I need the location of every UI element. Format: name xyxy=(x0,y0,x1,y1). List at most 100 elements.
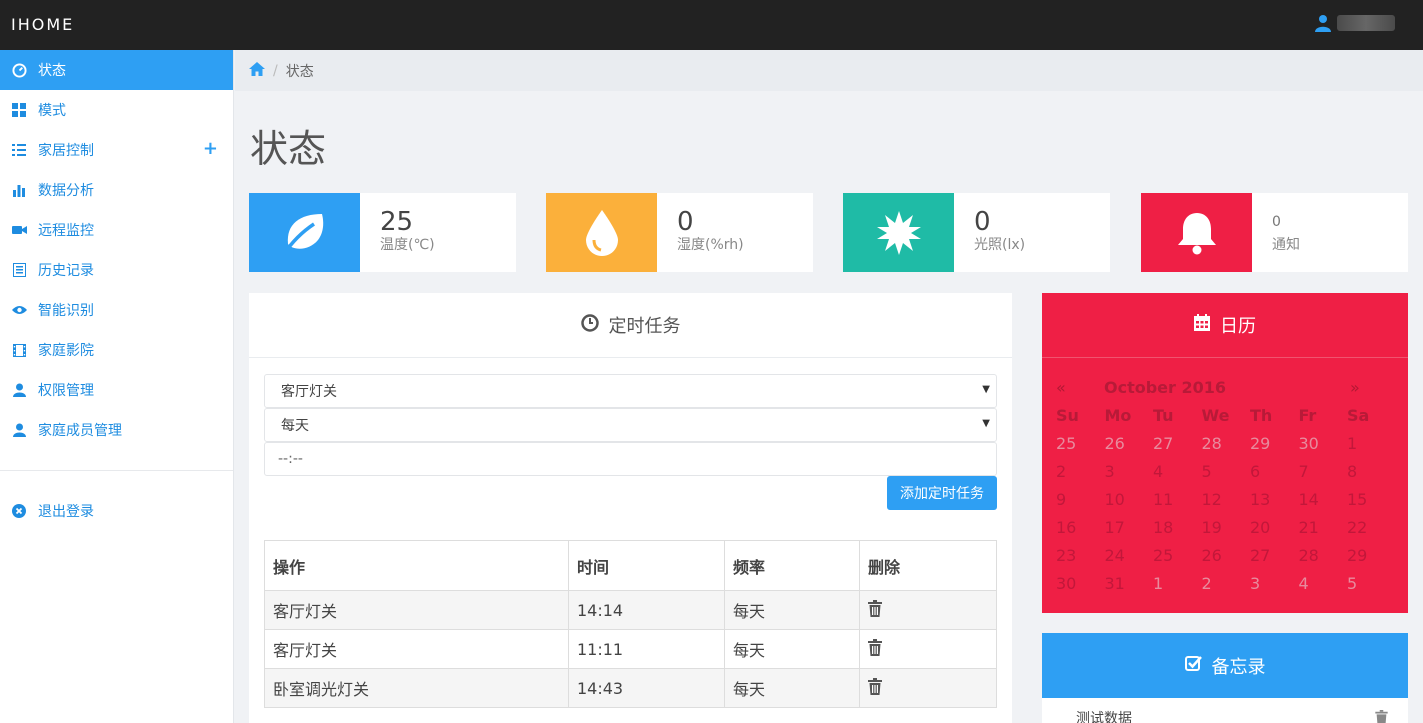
calendar-day[interactable]: 5 xyxy=(1347,574,1396,593)
calendar-day[interactable]: 9 xyxy=(1056,490,1105,509)
calendar-day[interactable]: 24 xyxy=(1105,546,1154,565)
calendar-day[interactable]: 31 xyxy=(1105,574,1154,593)
sidebar-item-mode[interactable]: 模式 xyxy=(0,90,233,130)
humidity-label: 湿度(%rh) xyxy=(677,237,744,253)
calendar-day[interactable]: 1 xyxy=(1153,574,1202,593)
calendar-day[interactable]: 22 xyxy=(1347,518,1396,537)
clock-icon xyxy=(580,313,599,337)
calendar-day[interactable]: 3 xyxy=(1250,574,1299,593)
trash-icon[interactable] xyxy=(1375,710,1388,723)
calendar-day[interactable]: 4 xyxy=(1299,574,1348,593)
weekday-label: Su xyxy=(1056,405,1079,425)
calendar-day[interactable]: 18 xyxy=(1153,518,1202,537)
table-row: 客厅灯关 14:14 每天 xyxy=(264,590,997,630)
sidebar-item-remote-monitor[interactable]: 远程监控 xyxy=(0,210,233,250)
dashboard-icon xyxy=(11,62,27,78)
calendar-day[interactable]: 14 xyxy=(1299,490,1348,509)
sidebar-item-permissions[interactable]: 权限管理 xyxy=(0,370,233,410)
calendar-day[interactable]: 25 xyxy=(1153,546,1202,565)
calendar-day[interactable]: 20 xyxy=(1250,518,1299,537)
calendar-day[interactable]: 1 xyxy=(1347,434,1396,453)
sidebar: 状态 模式 家居控制 + 数据分析 远程监控 历史记录 智能识别 家庭影院 权限… xyxy=(0,50,234,723)
user-icon xyxy=(1315,14,1331,32)
calendar-icon xyxy=(1194,314,1210,336)
calendar-day[interactable]: 26 xyxy=(1202,546,1251,565)
sidebar-item-home-theater[interactable]: 家庭影院 xyxy=(0,330,233,370)
sidebar-item-smart-recognition[interactable]: 智能识别 xyxy=(0,290,233,330)
calendar-day[interactable]: 13 xyxy=(1250,490,1299,509)
calendar-day[interactable]: 21 xyxy=(1299,518,1348,537)
home-icon[interactable] xyxy=(249,61,265,80)
calendar-day[interactable]: 16 xyxy=(1056,518,1105,537)
task-action: 客厅灯关 xyxy=(264,629,569,669)
calendar-day[interactable]: 6 xyxy=(1250,462,1299,481)
brand-logo[interactable]: IHOME xyxy=(11,15,74,34)
calendar-day[interactable]: 28 xyxy=(1299,546,1348,565)
device-select-value: 客厅灯关 xyxy=(281,384,337,400)
task-frequency: 每天 xyxy=(724,629,860,669)
weekday-label: Mo xyxy=(1104,405,1132,425)
memo-title: 备忘录 xyxy=(1211,656,1266,678)
sidebar-item-status[interactable]: 状态 xyxy=(0,50,233,90)
calendar-month-label[interactable]: October 2016 xyxy=(1104,378,1350,397)
calendar-day[interactable]: 30 xyxy=(1056,574,1105,593)
calendar-day[interactable]: 11 xyxy=(1153,490,1202,509)
calendar-day[interactable]: 27 xyxy=(1250,546,1299,565)
time-input[interactable]: --:-- xyxy=(264,442,997,476)
user-menu[interactable] xyxy=(1315,14,1395,32)
calendar-day[interactable]: 25 xyxy=(1056,434,1105,453)
calendar-day[interactable]: 7 xyxy=(1299,462,1348,481)
trash-icon[interactable] xyxy=(868,599,882,621)
memo-panel: 备忘录 测试数据 xyxy=(1042,633,1408,723)
calendar-day[interactable]: 23 xyxy=(1056,546,1105,565)
chevron-down-icon: ▼ xyxy=(982,384,990,395)
calendar-day[interactable]: 8 xyxy=(1347,462,1396,481)
th-large-icon xyxy=(11,102,27,118)
chevron-down-icon: ▼ xyxy=(982,418,990,429)
sidebar-item-family-members[interactable]: 家庭成员管理 xyxy=(0,410,233,450)
illumination-card: 0 光照(lx) xyxy=(843,193,1110,272)
calendar-day[interactable]: 29 xyxy=(1347,546,1396,565)
calendar-day[interactable]: 26 xyxy=(1105,434,1154,453)
notification-label: 通知 xyxy=(1272,237,1300,253)
trash-icon[interactable] xyxy=(868,638,882,660)
calendar-day[interactable]: 3 xyxy=(1105,462,1154,481)
calendar-day[interactable]: 28 xyxy=(1202,434,1251,453)
trash-icon[interactable] xyxy=(868,677,882,699)
table-row: 卧室调光灯关 14:43 每天 xyxy=(264,668,997,708)
calendar-title: 日历 xyxy=(1220,316,1256,337)
calendar-day[interactable]: 12 xyxy=(1202,490,1251,509)
frequency-select[interactable]: 每天 ▼ xyxy=(264,408,997,442)
calendar-day[interactable]: 19 xyxy=(1202,518,1251,537)
sidebar-item-home-control[interactable]: 家居控制 + xyxy=(0,130,233,170)
calendar-day[interactable]: 5 xyxy=(1202,462,1251,481)
calendar-day[interactable]: 15 xyxy=(1347,490,1396,509)
sun-icon xyxy=(843,193,954,272)
calendar-prev-button[interactable]: « xyxy=(1056,378,1104,397)
calendar-day[interactable]: 4 xyxy=(1153,462,1202,481)
device-select[interactable]: 客厅灯关 ▼ xyxy=(264,374,997,408)
calendar-day[interactable]: 2 xyxy=(1056,462,1105,481)
sidebar-item-history[interactable]: 历史记录 xyxy=(0,250,233,290)
calendar-day[interactable]: 10 xyxy=(1105,490,1154,509)
sidebar-item-logout[interactable]: 退出登录 xyxy=(0,491,233,531)
calendar-day[interactable]: 17 xyxy=(1105,518,1154,537)
temperature-card: 25 温度(℃) xyxy=(249,193,516,272)
calendar-week-row: 25 26 27 28 29 30 1 xyxy=(1056,429,1396,457)
list-icon xyxy=(11,142,27,158)
user-icon xyxy=(11,382,27,398)
notification-card[interactable]: 0 通知 xyxy=(1141,193,1408,272)
expand-plus-icon[interactable]: + xyxy=(203,140,218,158)
add-timed-task-button[interactable]: 添加定时任务 xyxy=(887,476,997,510)
memo-item[interactable]: 测试数据 xyxy=(1042,698,1408,723)
illumination-label: 光照(lx) xyxy=(974,237,1026,253)
calendar-day[interactable]: 2 xyxy=(1202,574,1251,593)
calendar-day[interactable]: 30 xyxy=(1299,434,1348,453)
timed-tasks-title: 定时任务 xyxy=(608,316,681,337)
sidebar-item-data-analysis[interactable]: 数据分析 xyxy=(0,170,233,210)
calendar-day[interactable]: 29 xyxy=(1250,434,1299,453)
calendar-next-button[interactable]: » xyxy=(1350,378,1360,397)
calendar-day[interactable]: 27 xyxy=(1153,434,1202,453)
leaf-icon xyxy=(249,193,360,272)
temperature-label: 温度(℃) xyxy=(380,237,435,253)
